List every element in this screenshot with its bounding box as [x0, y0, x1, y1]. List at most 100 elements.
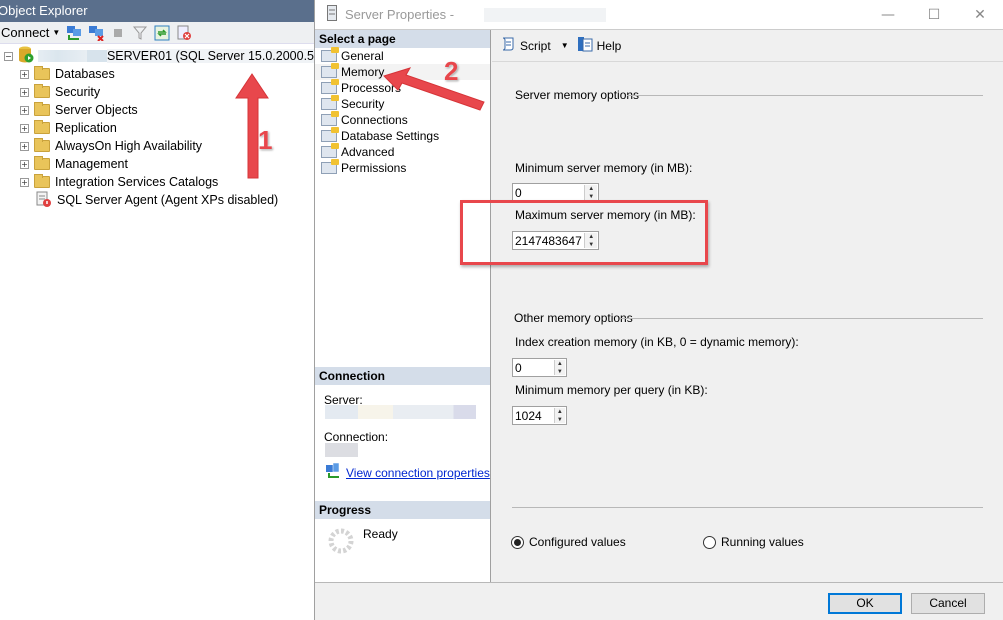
page-item-general[interactable]: General	[315, 47, 490, 64]
minimize-button[interactable]: —	[865, 0, 911, 30]
min-server-memory-label: Minimum server memory (in MB):	[515, 161, 693, 175]
chevron-down-icon: ▼	[52, 28, 61, 37]
page-item-label: Memory	[341, 65, 385, 79]
dialog-title: Server Properties -	[345, 7, 455, 22]
page-item-database-settings[interactable]: Database Settings	[315, 127, 490, 144]
stop-icon[interactable]	[110, 25, 126, 41]
disconnect-icon[interactable]	[88, 25, 105, 42]
tree-node-label: AlwaysOn High Availability	[55, 139, 203, 153]
annotation-label-1: 1	[258, 125, 273, 155]
annotation-arrow-2	[383, 67, 485, 111]
tree-node-label: Replication	[55, 121, 117, 135]
expand-icon[interactable]: +	[20, 87, 29, 97]
spin-up-icon[interactable]: ▲	[555, 360, 565, 368]
object-explorer-panel: Object Explorer Connect ▼ − SERVER01 (SQ…	[0, 0, 315, 620]
view-connection-properties-link[interactable]: View connection properties	[346, 466, 490, 480]
progress-spinner-icon	[327, 527, 355, 558]
expand-icon[interactable]: +	[20, 69, 29, 79]
ok-button[interactable]: OK	[828, 593, 902, 614]
value-mode-divider	[512, 507, 983, 508]
tree-node-label: Databases	[55, 67, 115, 81]
connection-header: Connection	[315, 367, 490, 385]
page-item-permissions[interactable]: Permissions	[315, 159, 490, 176]
annotation-highlight-max-memory	[460, 200, 708, 265]
running-values-radio[interactable]: Running values	[703, 535, 804, 549]
maximize-button[interactable]: ☐	[911, 0, 957, 30]
page-icon	[321, 127, 339, 142]
activity-monitor-icon[interactable]	[176, 25, 192, 41]
object-explorer-toolbar: Connect ▼	[0, 22, 314, 44]
tree-node-label: Integration Services Catalogs	[55, 175, 219, 189]
folder-icon	[34, 66, 50, 80]
redacted-server-value	[325, 405, 476, 419]
page-item-label: Database Settings	[341, 129, 440, 143]
tree-node-label: SQL Server Agent (Agent XPs disabled)	[57, 193, 279, 207]
annotation-label-2: 2	[444, 56, 459, 86]
folder-icon	[34, 174, 50, 188]
spin-up-icon[interactable]: ▲	[555, 408, 565, 416]
spin-up-icon[interactable]: ▲	[585, 185, 597, 193]
tree-node[interactable]: SQL Server Agent (Agent XPs disabled)	[0, 191, 314, 209]
chevron-down-icon[interactable]: ▼	[561, 41, 569, 50]
page-item-advanced[interactable]: Advanced	[315, 143, 490, 160]
select-page-header: Select a page	[315, 30, 490, 48]
expand-icon[interactable]: +	[20, 159, 29, 169]
folder-icon	[34, 84, 50, 98]
page-icon	[321, 111, 339, 126]
expand-icon[interactable]: +	[20, 123, 29, 133]
connect-object-explorer-icon[interactable]	[66, 25, 82, 41]
redacted-title-server	[484, 7, 607, 22]
connection-properties-icon	[325, 462, 341, 482]
index-creation-memory-label: Index creation memory (in KB, 0 = dynami…	[515, 335, 799, 349]
expand-icon[interactable]: +	[20, 105, 29, 115]
tree-node-label: Security	[55, 85, 101, 99]
help-label: Help	[596, 38, 622, 53]
running-values-label: Running values	[721, 535, 804, 549]
other-memory-options-group-label: Other memory options	[514, 311, 633, 325]
index-creation-memory-spinner[interactable]: ▲▼	[512, 358, 567, 377]
server-node-label: SERVER01 (SQL Server 15.0.2000.5	[106, 49, 314, 63]
object-explorer-title-text: Object Explorer	[0, 3, 88, 18]
folder-icon	[34, 138, 50, 152]
other-memory-options-divider	[620, 318, 983, 319]
page-icon	[321, 63, 339, 78]
min-memory-per-query-spinner[interactable]: ▲▼	[512, 406, 567, 425]
dialog-title-bar: Server Properties - — ☐ ✕	[315, 0, 1003, 30]
page-item-label: Permissions	[341, 161, 407, 175]
help-icon	[577, 36, 593, 55]
configured-values-radio[interactable]: Configured values	[511, 535, 626, 549]
spin-down-icon[interactable]: ▼	[555, 416, 565, 424]
min-server-memory-input[interactable]	[513, 184, 584, 201]
folder-icon	[34, 120, 50, 134]
dialog-right-pane: Script ▼ Help Server memory options Mini…	[492, 30, 1003, 582]
help-button[interactable]: Help	[577, 36, 622, 55]
min-memory-per-query-input[interactable]	[513, 407, 553, 424]
redacted-connection-value	[325, 443, 358, 457]
tree-node-label: Server Objects	[55, 103, 138, 117]
script-button[interactable]: Script ▼	[500, 36, 569, 55]
page-icon	[321, 95, 339, 110]
spin-down-icon[interactable]: ▼	[555, 368, 565, 376]
view-connection-properties-link-row[interactable]: View connection properties	[325, 462, 490, 482]
close-button[interactable]: ✕	[957, 0, 1003, 30]
radio-selected-icon	[511, 535, 524, 549]
page-icon	[321, 143, 339, 158]
index-creation-memory-input[interactable]	[513, 359, 553, 376]
redacted-server-name	[37, 50, 87, 62]
page-item-label: Security	[341, 97, 385, 111]
filter-icon[interactable]	[132, 25, 148, 41]
expand-icon[interactable]: +	[20, 141, 29, 151]
sql-agent-icon	[36, 191, 52, 210]
tree-node-server[interactable]: − SERVER01 (SQL Server 15.0.2000.5	[0, 46, 314, 65]
dialog-toolbar: Script ▼ Help	[492, 30, 1003, 62]
expand-icon[interactable]: +	[20, 177, 29, 187]
page-item-label: General	[341, 49, 384, 63]
page-icon	[321, 47, 339, 62]
object-explorer-title: Object Explorer	[0, 0, 314, 22]
cancel-button[interactable]: Cancel	[911, 593, 985, 614]
refresh-icon[interactable]	[154, 25, 170, 41]
server-memory-options-group-label: Server memory options	[515, 88, 640, 102]
collapse-icon[interactable]: −	[4, 51, 13, 61]
connect-dropdown-button[interactable]: Connect ▼	[1, 25, 60, 40]
page-icon	[321, 79, 339, 94]
